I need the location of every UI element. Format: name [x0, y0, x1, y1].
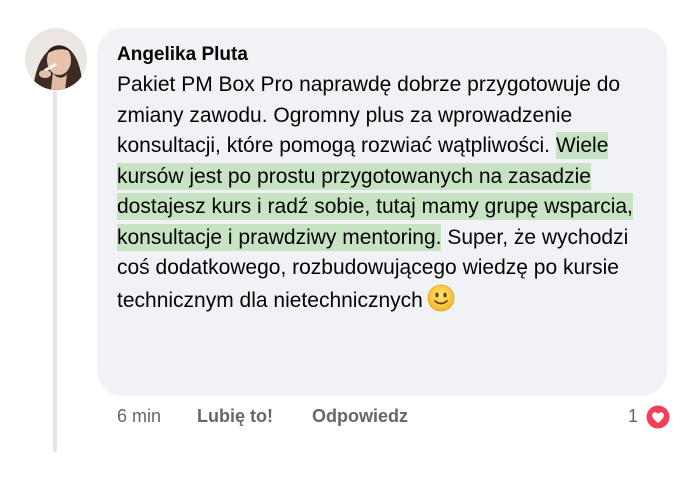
- reply-button[interactable]: Odpowiedz: [312, 406, 408, 427]
- thread-line: [53, 90, 57, 452]
- reaction-count[interactable]: 1: [628, 406, 638, 427]
- comment-author[interactable]: Angelika Pluta: [117, 44, 248, 66]
- comment-text-start: Pakiet PM Box Pro naprawdę dobrze przygo…: [117, 73, 621, 157]
- comment-text: Pakiet PM Box Pro naprawdę dobrze przygo…: [117, 70, 665, 321]
- avatar[interactable]: [25, 28, 87, 90]
- heart-reaction-icon[interactable]: [644, 403, 672, 436]
- avatar-photo: [25, 28, 87, 90]
- slightly-smiling-face-icon: [427, 284, 455, 322]
- like-button[interactable]: Lubię to!: [197, 406, 273, 427]
- comment-timestamp[interactable]: 6 min: [117, 406, 161, 427]
